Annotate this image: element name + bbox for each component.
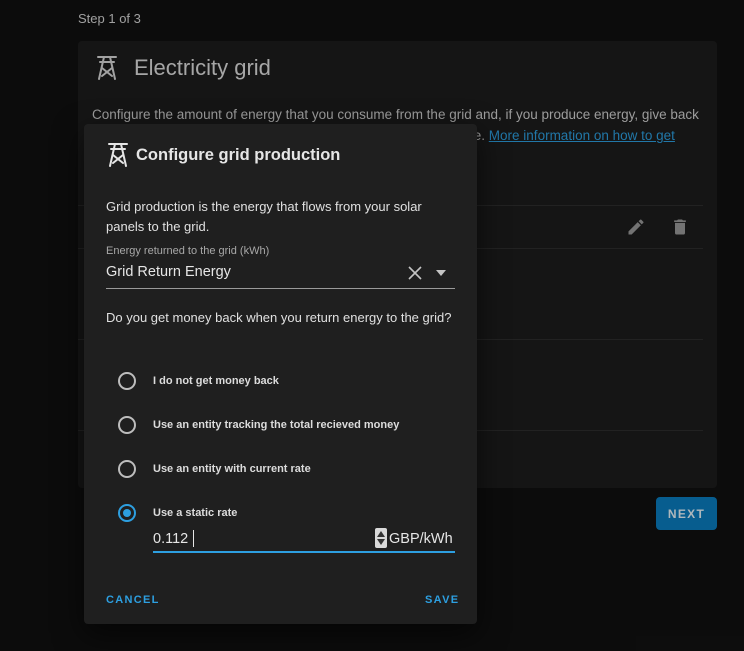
close-icon[interactable] (408, 266, 422, 280)
number-spinner[interactable] (375, 528, 387, 548)
rate-value: 0.112 (153, 531, 189, 547)
field-value: Grid Return Energy (106, 264, 231, 280)
cancel-button[interactable]: CANCEL (106, 594, 160, 606)
radio-option-entity-total[interactable]: Use an entity tracking the total recieve… (118, 416, 399, 434)
dialog-title: Configure grid production (136, 145, 341, 164)
radio-label: Use an entity tracking the total recieve… (153, 419, 400, 431)
radio-option-no-money[interactable]: I do not get money back (118, 372, 279, 390)
spin-up-icon[interactable] (377, 531, 385, 537)
radio-button-checked[interactable] (118, 504, 136, 522)
radio-option-static-rate[interactable]: Use a static rate (118, 504, 237, 522)
spin-down-icon[interactable] (377, 539, 385, 545)
money-back-question: Do you get money back when you return en… (106, 310, 452, 325)
transmission-tower-icon (108, 143, 128, 167)
dialog-description: Grid production is the energy that flows… (106, 199, 422, 234)
radio-option-entity-rate[interactable]: Use an entity with current rate (118, 460, 311, 478)
radio-label: Use a static rate (153, 507, 238, 519)
field-label: Energy returned to the grid (kWh) (106, 245, 270, 257)
static-rate-input[interactable]: 0.112 GBP/kWh (153, 525, 455, 553)
save-button[interactable]: SAVE (425, 594, 459, 606)
configure-grid-production-dialog: Configure grid production Grid productio… (84, 124, 477, 624)
radio-button[interactable] (118, 460, 136, 478)
energy-returned-select[interactable]: Energy returned to the grid (kWh) Grid R… (106, 245, 455, 289)
chevron-down-icon[interactable] (436, 270, 446, 276)
radio-button[interactable] (118, 372, 136, 390)
text-caret (193, 530, 194, 547)
dialog-header: Configure grid production (106, 142, 340, 168)
rate-unit: GBP/kWh (389, 531, 453, 547)
radio-button[interactable] (118, 416, 136, 434)
radio-label: Use an entity with current rate (153, 463, 311, 475)
radio-label: I do not get money back (153, 375, 279, 387)
